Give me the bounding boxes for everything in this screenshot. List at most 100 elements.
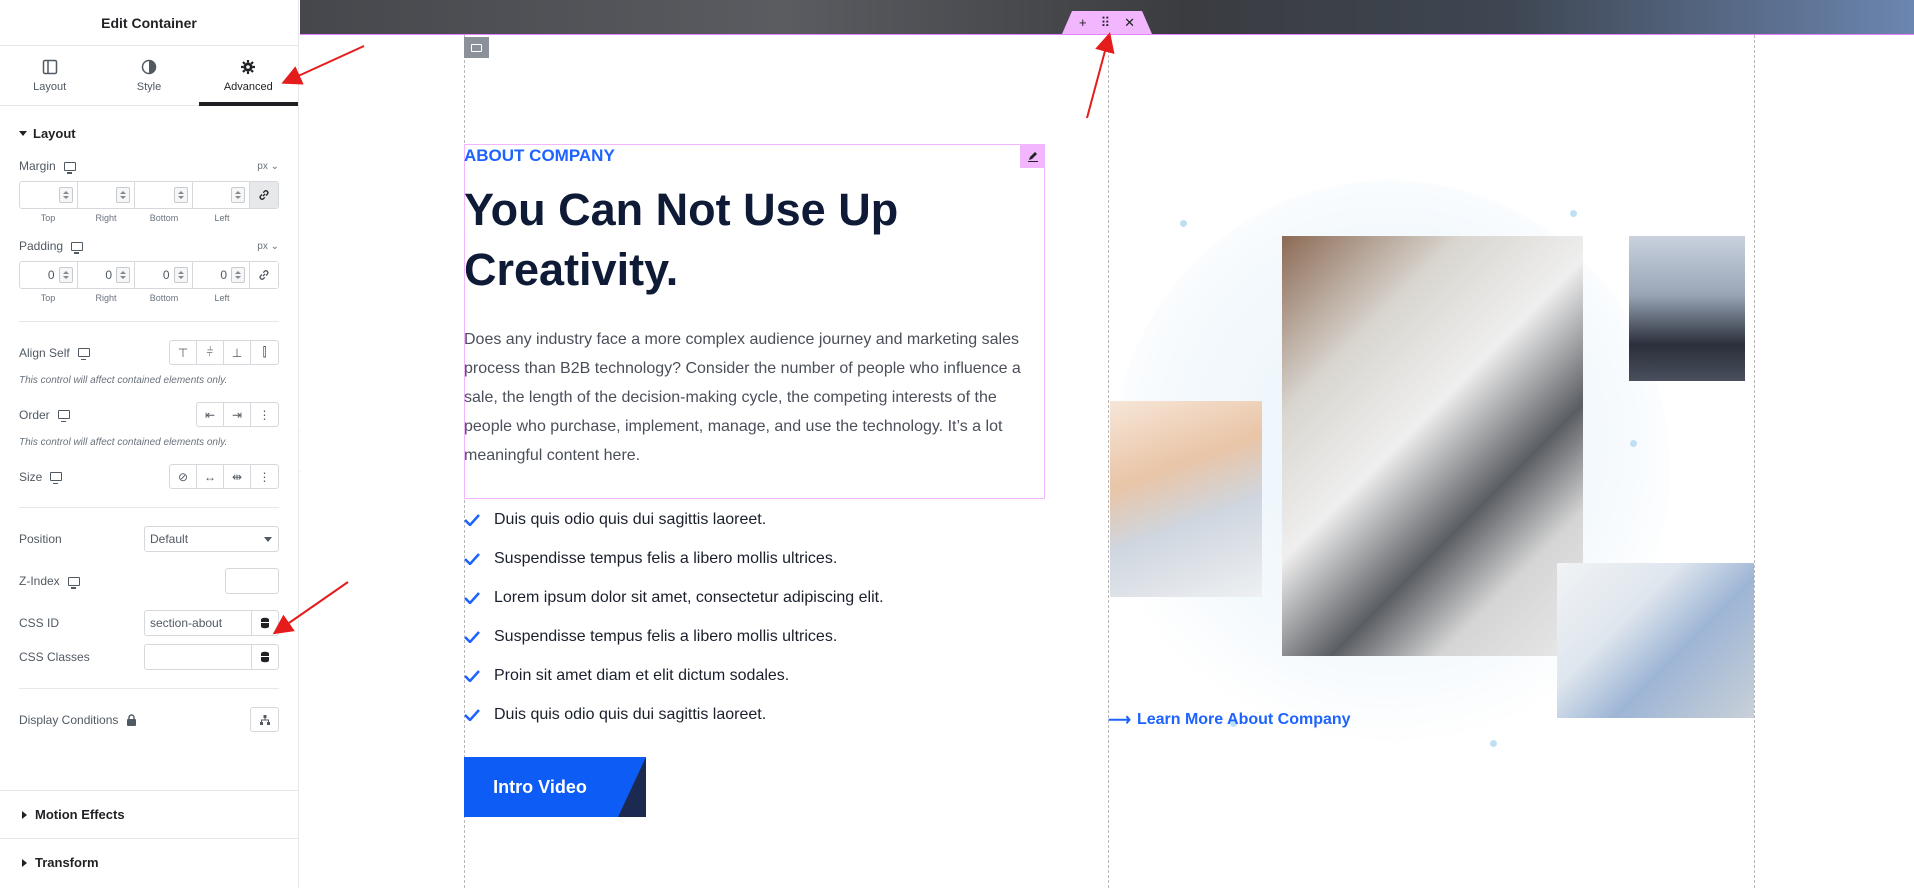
spinner-icon[interactable] (58, 187, 73, 203)
padding-left-input[interactable]: 0 (193, 262, 250, 288)
drag-icon[interactable]: ⠿ (1101, 15, 1111, 31)
margin-label: Margin (19, 159, 56, 173)
desktop-icon[interactable] (50, 472, 63, 484)
container-handle[interactable]: + ⠿ ✕ (1062, 11, 1152, 34)
padding-unit-select[interactable]: px ⌄ (257, 241, 279, 252)
margin-unit-select[interactable]: px ⌄ (257, 161, 279, 172)
check-icon (464, 708, 480, 721)
padding-label: Padding (19, 239, 64, 253)
pencil-icon (1027, 152, 1038, 162)
padding-inputs: 0 0 0 0 (19, 261, 279, 289)
margin-right-input[interactable] (78, 182, 135, 208)
motion-effects-section[interactable]: Motion Effects (0, 790, 298, 838)
align-start-icon[interactable]: ⊤ (170, 341, 197, 364)
spinner-icon[interactable] (58, 267, 73, 283)
column-handle-icon[interactable] (464, 37, 489, 58)
padding-right-input[interactable]: 0 (78, 262, 135, 288)
spinner-icon[interactable] (116, 267, 130, 283)
align-stretch-icon[interactable]: ⫿ (251, 341, 278, 364)
check-icon (464, 591, 480, 604)
tab-layout[interactable]: Layout (0, 46, 99, 105)
spinner-icon[interactable] (173, 187, 188, 203)
plus-icon[interactable]: + (1079, 15, 1087, 30)
align-end-icon[interactable]: ⊥ (224, 341, 251, 364)
sublabel-right: Right (95, 213, 117, 223)
sublabel-bottom: Bottom (149, 213, 179, 223)
dynamic-tags-icon[interactable] (251, 611, 278, 635)
sublabel-left: Left (214, 213, 230, 223)
intro-video-label: Intro Video (493, 776, 587, 797)
z-index-value (226, 569, 278, 593)
size-grow-icon[interactable]: ↔ (197, 465, 224, 488)
z-index-input[interactable] (225, 568, 279, 594)
desktop-icon[interactable] (63, 161, 76, 174)
list-item-text: Suspendisse tempus felis a libero mollis… (494, 549, 838, 567)
position-label: Position (19, 532, 62, 546)
position-select[interactable]: Default (144, 526, 279, 552)
spinner-icon[interactable] (231, 187, 245, 203)
close-icon[interactable]: ✕ (1124, 15, 1135, 31)
list-item-text: Lorem ipsum dolor sit amet, consectetur … (494, 588, 884, 606)
desktop-icon[interactable] (71, 241, 84, 254)
align-center-icon[interactable]: ⫩ (197, 341, 224, 364)
tab-layout-label: Layout (33, 80, 67, 93)
more-options-icon[interactable]: ⋮ (251, 465, 278, 488)
spinner-icon[interactable] (231, 267, 245, 283)
check-icon (464, 630, 480, 643)
dynamic-tags-icon[interactable] (251, 645, 278, 669)
position-control: Position Default (19, 526, 279, 552)
size-buttons: ⊘ ↔ ⇹ ⋮ (169, 464, 279, 489)
display-conditions-button[interactable] (250, 707, 279, 732)
size-label: Size (19, 469, 43, 484)
css-id-input[interactable]: section-about (144, 610, 279, 636)
caret-down-icon (19, 131, 27, 136)
padding-top-input[interactable]: 0 (20, 262, 78, 288)
layout-section-toggle[interactable]: Layout (19, 126, 279, 141)
margin-bottom-input[interactable] (135, 182, 193, 208)
column-guide (1754, 35, 1755, 888)
order-end-icon[interactable]: ⇥ (224, 403, 251, 426)
selection-outline (300, 34, 1914, 35)
sublabel-left: Left (214, 293, 230, 303)
margin-link-button[interactable] (250, 182, 278, 208)
z-index-control: Z-Index (19, 568, 279, 594)
size-shrink-icon[interactable]: ⇹ (224, 465, 251, 488)
more-options-icon[interactable]: ⋮ (251, 403, 278, 426)
layout-section: Layout Margin px ⌄ Top Right Bottom Left… (0, 106, 298, 732)
learn-more-link[interactable]: ⟶ Learn More About Company (1108, 710, 1351, 730)
intro-video-button[interactable]: Intro Video (464, 757, 646, 817)
gear-icon (241, 59, 256, 74)
padding-unit: px (257, 240, 268, 252)
order-label: Order (19, 407, 50, 422)
css-classes-label: CSS Classes (19, 650, 90, 664)
size-none-icon[interactable]: ⊘ (170, 465, 197, 488)
women-reading-photo (1110, 401, 1262, 597)
tab-advanced[interactable]: Advanced (198, 46, 298, 106)
arrow-right-icon: ⟶ (1108, 712, 1131, 729)
desktop-icon[interactable] (67, 576, 80, 589)
order-start-icon[interactable]: ⇤ (197, 403, 224, 426)
margin-control: Margin px ⌄ (19, 159, 279, 174)
column-guide (1108, 35, 1109, 888)
sitemap-icon (251, 708, 278, 731)
desktop-icon[interactable] (77, 348, 90, 360)
align-self-label: Align Self (19, 345, 70, 360)
list-item-text: Proin sit amet diam et elit dictum sodal… (494, 666, 790, 684)
margin-left-input[interactable] (193, 182, 250, 208)
spinner-icon[interactable] (173, 267, 188, 283)
margin-top-input[interactable] (20, 182, 78, 208)
desktop-icon[interactable] (57, 410, 70, 422)
padding-bottom-input[interactable]: 0 (135, 262, 193, 288)
transform-title: Transform (35, 855, 99, 870)
padding-link-button[interactable] (250, 262, 278, 288)
transform-section[interactable]: Transform (0, 838, 298, 886)
list-item-text: Suspendisse tempus felis a libero mollis… (494, 627, 838, 645)
tab-style[interactable]: Style (99, 46, 198, 105)
align-self-control: Align Self ⊤ ⫩ ⊥ ⫿ (19, 340, 279, 365)
css-classes-input[interactable] (144, 644, 279, 670)
spinner-icon[interactable] (116, 187, 130, 203)
section-heading: You Can Not Use Up Creativity. (464, 184, 899, 295)
link-icon (259, 190, 269, 200)
edit-widget-button[interactable] (1020, 144, 1045, 168)
network-dot (1630, 440, 1637, 447)
